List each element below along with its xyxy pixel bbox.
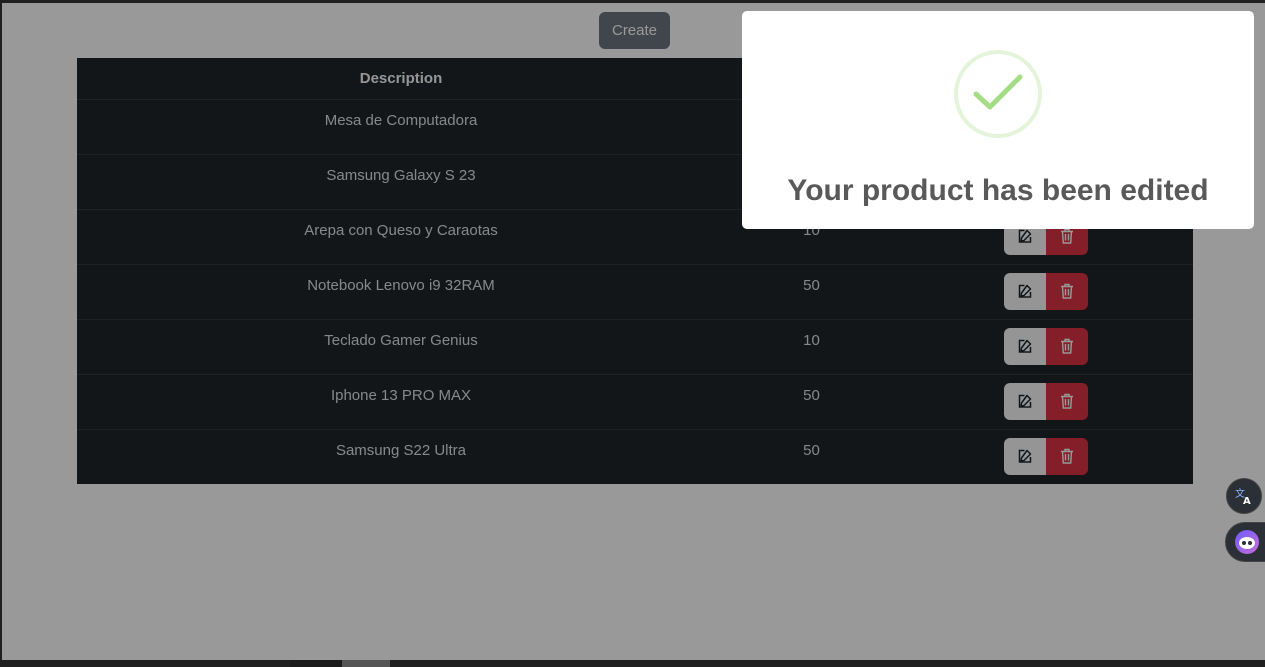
checkmark-icon [973, 74, 1023, 110]
dialog-title: Your product has been edited [787, 174, 1209, 207]
success-checkmark-icon [954, 50, 1042, 138]
taskbar-tab-active [342, 660, 390, 667]
success-dialog: Your product has been edited [742, 11, 1254, 229]
taskbar-tab [290, 660, 342, 667]
translate-icon: 文 A [1235, 487, 1251, 506]
svg-text:A: A [1243, 496, 1251, 506]
assistant-icon [1235, 530, 1259, 554]
bottom-bar [0, 660, 1265, 667]
translate-button[interactable]: 文 A [1226, 478, 1262, 514]
assistant-button[interactable] [1225, 522, 1265, 562]
